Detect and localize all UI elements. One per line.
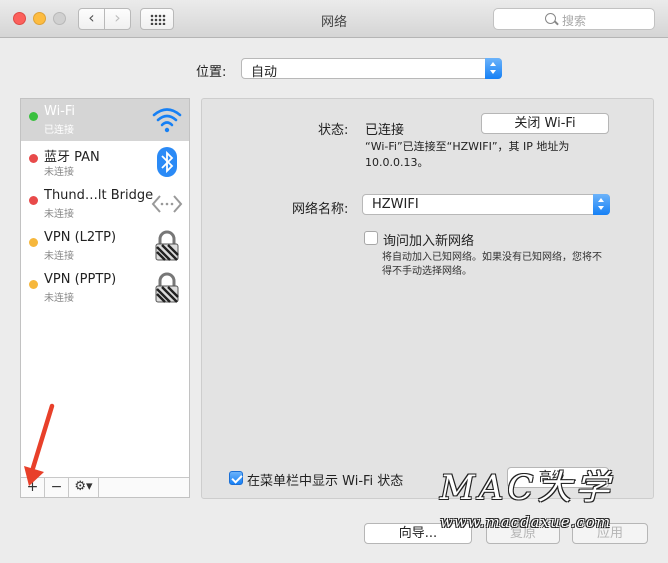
- status-dot: [29, 112, 38, 121]
- service-name: VPN (L2TP): [44, 230, 117, 245]
- location-value: 自动: [251, 65, 278, 80]
- service-status: 未连接: [44, 293, 74, 304]
- thunderbolt-bridge-icon: [151, 195, 183, 213]
- lock-icon: [155, 272, 179, 303]
- watermark-logo: MAC大学: [440, 468, 614, 508]
- wifi-icon: [152, 108, 182, 133]
- ask-join-label: 询问加入新网络: [383, 234, 475, 249]
- bluetooth-icon: [157, 147, 177, 177]
- network-name-value: HZWIFI: [372, 197, 419, 212]
- show-in-menubar-label: 在菜单栏中显示 Wi-Fi 状态: [247, 474, 404, 489]
- annotation-arrow: [24, 403, 55, 486]
- status-desc-line1: “Wi-Fi”已连接至“HZWIFI”，其 IP 地址为: [365, 140, 570, 153]
- title-bar: ‹ › 网络 搜索: [0, 0, 668, 38]
- ask-join-desc-line2: 得不手动选择网络。: [382, 266, 472, 277]
- ask-join-checkbox[interactable]: [364, 231, 378, 245]
- action-menu-button[interactable]: ⚙▾: [69, 478, 99, 497]
- lock-icon: [155, 230, 179, 261]
- service-name: VPN (PPTP): [44, 272, 117, 287]
- service-name: Wi-Fi: [44, 104, 76, 119]
- status-desc-line2: 10.0.0.13。: [365, 156, 429, 169]
- network-name-label: 网络名称:: [292, 202, 349, 217]
- show-in-menubar-checkbox[interactable]: [229, 471, 243, 485]
- status-label: 状态:: [318, 123, 349, 138]
- ask-join-desc-line1: 将自动加入已知网络。如果没有已知网络，您将不: [382, 252, 602, 263]
- status-value: 已连接: [365, 123, 405, 138]
- location-label: 位置:: [196, 65, 227, 80]
- detail-panel: 状态: 已连接 关闭 Wi-Fi “Wi-Fi”已连接至“HZWIFI”，其 I…: [201, 98, 654, 499]
- service-item-bluetooth-pan[interactable]: 蓝牙 PAN 未连接: [21, 141, 189, 183]
- network-name-select[interactable]: HZWIFI: [362, 194, 610, 215]
- status-dot: [29, 154, 38, 163]
- service-status: 已连接: [44, 125, 74, 136]
- service-item-vpn-pptp[interactable]: VPN (PPTP) 未连接: [21, 267, 189, 309]
- status-dot: [29, 238, 38, 247]
- service-status: 未连接: [44, 209, 74, 220]
- search-input[interactable]: 搜索: [493, 8, 655, 30]
- location-select[interactable]: 自动: [241, 58, 502, 80]
- service-item-vpn-l2tp[interactable]: VPN (L2TP) 未连接: [21, 225, 189, 267]
- service-name: Thund…lt Bridge: [44, 188, 154, 203]
- service-status: 未连接: [44, 251, 74, 262]
- chevron-updown-icon: [593, 194, 610, 215]
- turn-off-wifi-button[interactable]: 关闭 Wi-Fi: [481, 113, 609, 134]
- service-item-thunderbolt-bridge[interactable]: Thund…lt Bridge 未连接: [21, 183, 189, 225]
- chevron-updown-icon: [485, 58, 502, 79]
- service-item-wifi[interactable]: Wi-Fi 已连接: [21, 99, 189, 141]
- service-status: 未连接: [44, 167, 74, 178]
- search-placeholder: 搜索: [562, 14, 587, 28]
- status-dot: [29, 196, 38, 205]
- search-icon: [545, 13, 556, 24]
- watermark-url: www.macdaxue.com: [440, 513, 612, 531]
- status-dot: [29, 280, 38, 289]
